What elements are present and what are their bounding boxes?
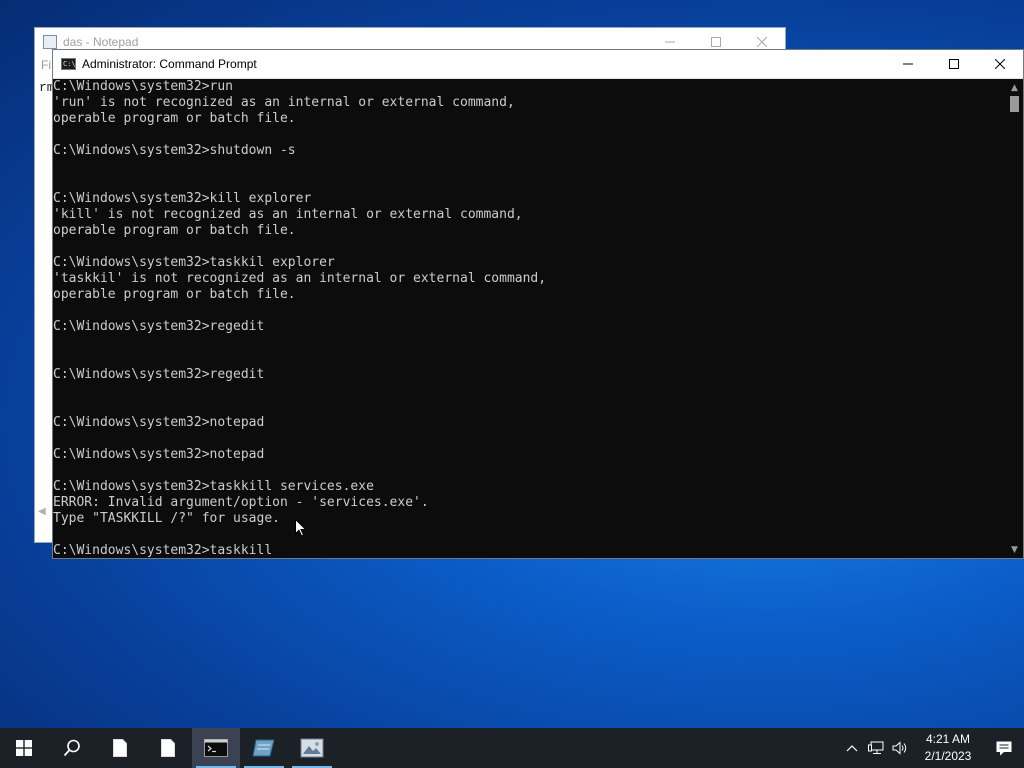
console-line: C:\Windows\system32>notepad: [53, 447, 265, 462]
network-icon: [868, 741, 884, 754]
system-tray: 4:21 AM 2/1/2023: [840, 728, 1024, 768]
console-line: C:\Windows\system32>run: [53, 79, 234, 94]
maximize-icon: [711, 37, 721, 47]
console-line: C:\Windows\system32>shutdown -s: [53, 143, 296, 158]
clock-time: 4:21 AM: [925, 732, 971, 746]
cmd-close-button[interactable]: [977, 50, 1023, 78]
scroll-left-icon[interactable]: ◀: [38, 506, 46, 517]
taskbar-notepad[interactable]: [240, 728, 288, 768]
minimize-icon: [665, 41, 675, 43]
maximize-icon: [949, 59, 959, 69]
start-button[interactable]: [0, 728, 48, 768]
close-icon: [995, 59, 1005, 69]
chevron-up-icon: [846, 745, 858, 752]
file-icon: [113, 739, 127, 757]
console-line: C:\Windows\system32>notepad: [53, 415, 265, 430]
mouse-cursor-icon: [295, 519, 307, 537]
notepad-menu-file[interactable]: Fi: [41, 58, 51, 72]
cmd-titlebar[interactable]: C:\ Administrator: Command Prompt: [53, 50, 1023, 79]
show-hidden-icons-button[interactable]: [840, 728, 864, 768]
console-line: C:\Windows\system32>regedit: [53, 367, 265, 382]
cmd-title: Administrator: Command Prompt: [82, 57, 257, 71]
scrollbar-thumb[interactable]: [1010, 96, 1019, 112]
console-line: ERROR: Invalid argument/option - 'servic…: [53, 495, 429, 510]
volume-button[interactable]: [888, 728, 912, 768]
command-prompt-icon: C:\: [61, 58, 76, 70]
search-icon: [63, 739, 80, 757]
console-output[interactable]: C:\Windows\system32>run'run' is not reco…: [53, 79, 1006, 558]
taskbar: 4:21 AM 2/1/2023: [0, 728, 1024, 768]
console-line: 'taskkil' is not recognized as an intern…: [53, 271, 547, 286]
windows-logo-icon: [16, 740, 32, 756]
taskbar-image-app[interactable]: [288, 728, 336, 768]
console-line: 'kill' is not recognized as an internal …: [53, 207, 523, 222]
clock[interactable]: 4:21 AM 2/1/2023: [912, 731, 984, 765]
clock-date: 2/1/2023: [924, 749, 972, 763]
image-app-icon: [300, 738, 324, 758]
file-icon: [161, 739, 175, 757]
taskbar-command-prompt[interactable]: [192, 728, 240, 768]
notepad-title: das - Notepad: [63, 35, 139, 49]
scroll-up-icon[interactable]: ▲: [1006, 79, 1023, 96]
cmd-maximize-button[interactable]: [931, 50, 977, 78]
volume-icon: [892, 741, 907, 755]
notification-icon: [996, 741, 1012, 755]
console-line: C:\Windows\system32>kill explorer: [53, 191, 312, 206]
minimize-icon: [903, 63, 913, 65]
close-icon: [757, 37, 767, 47]
action-center-button[interactable]: [984, 728, 1024, 768]
console-line: C:\Windows\system32>taskkil explorer: [53, 255, 335, 270]
console-line: 'run' is not recognized as an internal o…: [53, 95, 515, 110]
search-button[interactable]: [48, 728, 96, 768]
cmd-minimize-button[interactable]: [885, 50, 931, 78]
console-line: Type "TASKKILL /?" for usage.: [53, 511, 280, 526]
command-prompt-icon: [204, 739, 228, 757]
console-line: C:\Windows\system32>regedit: [53, 319, 265, 334]
taskbar-file-1[interactable]: [96, 728, 144, 768]
console-line: C:\Windows\system32>taskkill services.ex…: [53, 479, 374, 494]
command-prompt-window[interactable]: C:\ Administrator: Command Prompt C:\Win…: [52, 49, 1024, 559]
console-line: operable program or batch file.: [53, 287, 296, 302]
console-line: operable program or batch file.: [53, 223, 296, 238]
notepad-icon: [43, 35, 57, 49]
console-line: operable program or batch file.: [53, 111, 296, 126]
scroll-down-icon[interactable]: ▼: [1006, 541, 1023, 558]
network-button[interactable]: [864, 728, 888, 768]
notepad-icon: [252, 739, 275, 757]
console-scrollbar[interactable]: ▲ ▼: [1006, 79, 1023, 558]
console-line: C:\Windows\system32>taskkill: [53, 543, 273, 558]
taskbar-file-2[interactable]: [144, 728, 192, 768]
